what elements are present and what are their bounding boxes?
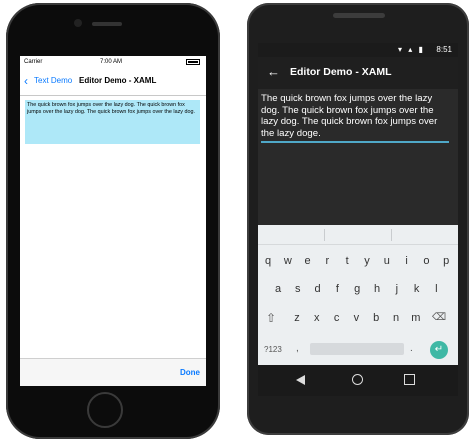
key-u[interactable]: u [378,254,396,268]
android-time: 8:51 [436,45,452,54]
key-y[interactable]: y [358,254,376,268]
space-key[interactable] [310,343,404,355]
key-d[interactable]: d [309,282,327,296]
android-keyboard: qwertyuiop asdfghjkl zxcvbnm ⇧ ⌫ ?123 , … [258,225,458,365]
period-key[interactable]: . [410,342,413,356]
key-h[interactable]: h [368,282,386,296]
ios-time: 7:00 AM [100,59,123,65]
done-button[interactable]: Done [180,368,200,377]
ios-navigation-bar: ‹ Text Demo Editor Demo - XAML [20,68,206,96]
key-i[interactable]: i [398,254,416,268]
comma-key[interactable]: , [296,342,299,356]
iphone-speaker [92,22,122,26]
key-g[interactable]: g [348,282,366,296]
key-s[interactable]: s [289,282,307,296]
shift-key-icon[interactable]: ⇧ [266,311,276,325]
android-editor[interactable]: The quick brown fox jumps over the lazy … [261,93,449,143]
key-a[interactable]: a [269,282,287,296]
key-z[interactable]: z [288,311,306,325]
iphone-screen: Carrier 7:00 AM ‹ Text Demo Editor Demo … [20,56,206,386]
iphone-camera [74,19,82,27]
key-e[interactable]: e [299,254,317,268]
key-c[interactable]: c [328,311,346,325]
android-screen: ▾ ▴ ▮ 8:51 ← Editor Demo - XAML The quic… [258,43,458,396]
ios-keyboard-accessory-bar: Done [20,358,206,386]
key-b[interactable]: b [367,311,385,325]
android-nav-bar [258,365,458,396]
ios-status-bar: Carrier 7:00 AM [20,56,206,68]
android-toolbar: ← Editor Demo - XAML [258,57,458,89]
key-p[interactable]: p [437,254,455,268]
chevron-left-icon[interactable]: ‹ [24,74,28,88]
ios-editor[interactable]: The quick brown fox jumps over the lazy … [25,100,200,144]
key-t[interactable]: t [338,254,356,268]
key-v[interactable]: v [347,311,365,325]
key-m[interactable]: m [407,311,425,325]
key-q[interactable]: q [259,254,277,268]
key-k[interactable]: k [408,282,426,296]
key-r[interactable]: r [318,254,336,268]
android-status-bar: ▾ ▴ ▮ 8:51 [258,43,458,57]
android-editor-text: The quick brown fox jumps over the lazy … [261,93,438,139]
key-f[interactable]: f [328,282,346,296]
ios-page-title: Editor Demo - XAML [79,76,157,85]
arrow-left-icon[interactable]: ← [267,64,280,80]
key-j[interactable]: j [388,282,406,296]
battery-icon [186,59,200,65]
ios-back-button[interactable]: Text Demo [34,76,72,85]
key-w[interactable]: w [279,254,297,268]
key-n[interactable]: n [387,311,405,325]
status-icons: ▾ ▴ ▮ [398,45,425,54]
nav-recent-apps-icon[interactable] [404,374,415,385]
key-x[interactable]: x [308,311,326,325]
android-page-title: Editor Demo - XAML [290,66,392,78]
key-o[interactable]: o [417,254,435,268]
backspace-key-icon[interactable]: ⌫ [432,311,446,325]
iphone-home-button[interactable] [87,392,123,428]
android-speaker [333,13,385,18]
key-l[interactable]: l [427,282,445,296]
ios-carrier: Carrier [24,59,43,65]
nav-home-icon[interactable] [352,374,363,385]
nav-back-icon[interactable] [296,375,305,385]
enter-key-icon[interactable]: ↵ [430,341,448,359]
symbols-key[interactable]: ?123 [264,343,282,357]
suggestion-strip[interactable] [258,225,458,245]
